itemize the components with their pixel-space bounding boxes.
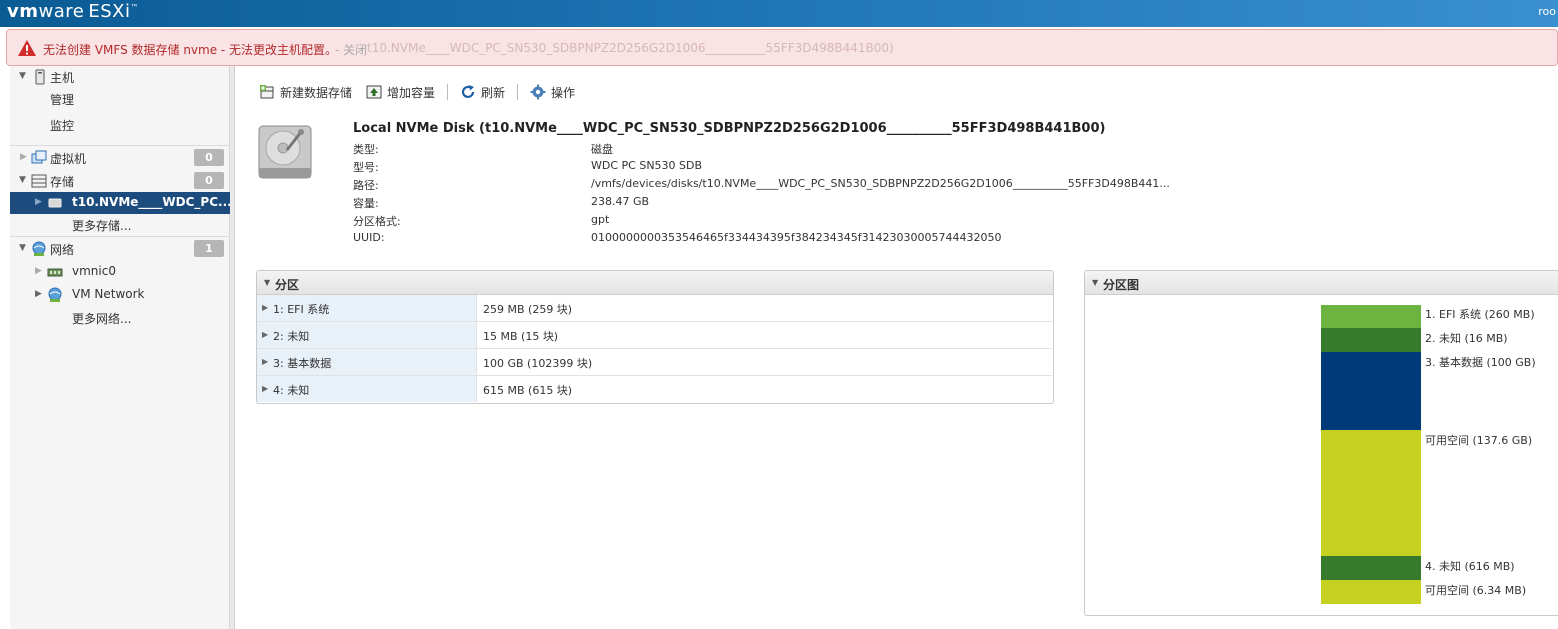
nav-host-monitor[interactable]: 监控 [10, 114, 230, 136]
storage-icon [31, 174, 47, 188]
toolbar-separator [517, 84, 518, 100]
network-count-badge: 1 [194, 240, 224, 257]
expand-arrow-icon[interactable]: ▶ [35, 266, 42, 276]
partitions-panel: ▼ 分区 ▶ 1: EFI 系统 259 MB (259 块) ▶ 2: 未知 15… [256, 270, 1054, 404]
port-group-icon [48, 287, 62, 302]
refresh-icon [461, 85, 475, 98]
expand-arrow-icon[interactable]: ▶ [262, 330, 268, 339]
prop-partition-format-key: 分区格式: [353, 215, 401, 228]
collapse-arrow-icon[interactable]: ▼ [264, 278, 270, 287]
nav-networking[interactable]: ▼ 网络 1 [10, 238, 230, 260]
partition-row[interactable]: ▶ 4: 未知 615 MB (615 块) [257, 376, 1052, 403]
prop-partition-format-value: gpt [591, 213, 610, 226]
partition-map-segment-free-space-small [1321, 580, 1421, 604]
collapse-arrow-icon[interactable]: ▼ [1092, 278, 1098, 287]
nav-storage[interactable]: ▼ 存储 0 [10, 170, 230, 192]
partitions-panel-header[interactable]: ▼ 分区 [257, 271, 1053, 295]
partition-map-segment-efi [1321, 305, 1421, 328]
prop-uuid-key: UUID: [353, 231, 385, 244]
new-datastore-icon [260, 85, 274, 99]
partition-map-segment-free-space [1321, 430, 1421, 556]
nav-vm-network[interactable]: ▶ VM Network [10, 284, 230, 306]
nic-icon [47, 268, 63, 277]
nav-host-manage[interactable]: 管理 [10, 88, 230, 110]
partition-map-label: 4. 未知 (616 MB) [1425, 560, 1515, 573]
prop-uuid-value: 0100000000353546465f334434395f384234345f… [591, 231, 1002, 244]
vm-count-badge: 0 [194, 149, 224, 166]
nav-storage-device-selected[interactable]: ▶ t10.NVMe____WDC_PC... [10, 192, 232, 214]
expand-arrow-icon[interactable]: ▶ [262, 303, 268, 312]
expand-arrow-icon[interactable]: ▼ [19, 243, 26, 253]
network-globe-icon [32, 241, 46, 256]
prop-capacity-key: 容量: [353, 197, 379, 210]
partition-map-label: 可用空间 (6.34 MB) [1425, 584, 1527, 597]
nav-vmnic0[interactable]: ▶ vmnic0 [10, 261, 230, 283]
partition-map-segment-unknown-1 [1321, 328, 1421, 352]
partition-row[interactable]: ▶ 1: EFI 系统 259 MB (259 块) [257, 295, 1052, 322]
nav-more-storage[interactable]: 更多存储... [10, 214, 230, 236]
prop-type-key: 类型: [353, 143, 379, 156]
error-alert-banner: 无法创建 VMFS 数据存储 nvme - 无法更改主机配置。 - 关闭 t10… [6, 29, 1558, 66]
alert-background-text: t10.NVMe____WDC_PC_SN530_SDBPNPZ2D256G2D… [367, 41, 894, 55]
expand-arrow-icon[interactable]: ▼ [19, 175, 26, 185]
prop-capacity-value: 238.47 GB [591, 195, 650, 208]
nav-host[interactable]: ▼ 主机 [10, 66, 230, 88]
expand-arrow-icon[interactable]: ▼ [19, 71, 26, 81]
sidebar-divider [10, 236, 230, 237]
partition-map-segment-basic-data [1321, 352, 1421, 430]
storage-count-badge: 0 [194, 172, 224, 189]
prop-model-value: WDC PC SN530 SDB [591, 159, 703, 172]
prop-model-key: 型号: [353, 161, 379, 174]
sidebar-resize-handle[interactable] [230, 66, 235, 629]
prop-type-value: 磁盘 [591, 143, 613, 156]
alert-close-link[interactable]: - 关闭 [335, 41, 367, 58]
hard-disk-icon [258, 125, 312, 179]
partition-map-label: 3. 基本数据 (100 GB) [1425, 356, 1536, 369]
partition-map-label: 1. EFI 系统 (260 MB) [1425, 308, 1535, 321]
navigator-sidebar: ▼ 主机 管理 监控 ▶ 虚拟机 0 ▼ 存储 0 ▶ t10.NVMe____… [10, 66, 232, 629]
toolbar-separator [447, 84, 448, 100]
prop-path-key: 路径: [353, 179, 379, 192]
gear-icon [530, 84, 546, 100]
partition-map-label: 可用空间 (137.6 GB) [1425, 434, 1533, 447]
partition-map-label: 2. 未知 (16 MB) [1425, 332, 1508, 345]
expand-arrow-icon[interactable]: ▶ [262, 384, 268, 393]
increase-capacity-icon [366, 85, 382, 99]
partition-map-segment-unknown-2 [1321, 556, 1421, 580]
vmware-esxi-logo: vmware ESXi™ [7, 1, 139, 22]
expand-arrow-icon[interactable]: ▶ [35, 289, 42, 299]
virtual-machine-icon [31, 150, 47, 164]
expand-arrow-icon[interactable]: ▶ [35, 197, 42, 207]
warning-icon [18, 40, 36, 56]
partition-row[interactable]: ▶ 2: 未知 15 MB (15 块) [257, 322, 1052, 349]
nav-virtual-machines[interactable]: ▶ 虚拟机 0 [10, 147, 230, 169]
disk-title: Local NVMe Disk (t10.NVMe____WDC_PC_SN53… [353, 121, 1106, 136]
alert-message: 无法创建 VMFS 数据存储 nvme - 无法更改主机配置。 [43, 43, 338, 57]
sidebar-divider [10, 145, 230, 146]
expand-arrow-icon[interactable]: ▶ [20, 152, 27, 162]
expand-arrow-icon[interactable]: ▶ [262, 357, 268, 366]
prop-path-value: /vmfs/devices/disks/t10.NVMe____WDC_PC_S… [591, 177, 1170, 190]
top-header: vmware ESXi™ roo [0, 0, 1558, 27]
user-menu[interactable]: roo [1538, 5, 1556, 18]
host-icon [35, 69, 45, 85]
disk-icon [48, 198, 62, 208]
partition-row[interactable]: ▶ 3: 基本数据 100 GB (102399 块) [257, 349, 1052, 376]
partition-map-panel-header[interactable]: ▼ 分区图 [1085, 271, 1558, 295]
nav-more-networks[interactable]: 更多网络... [10, 307, 230, 329]
